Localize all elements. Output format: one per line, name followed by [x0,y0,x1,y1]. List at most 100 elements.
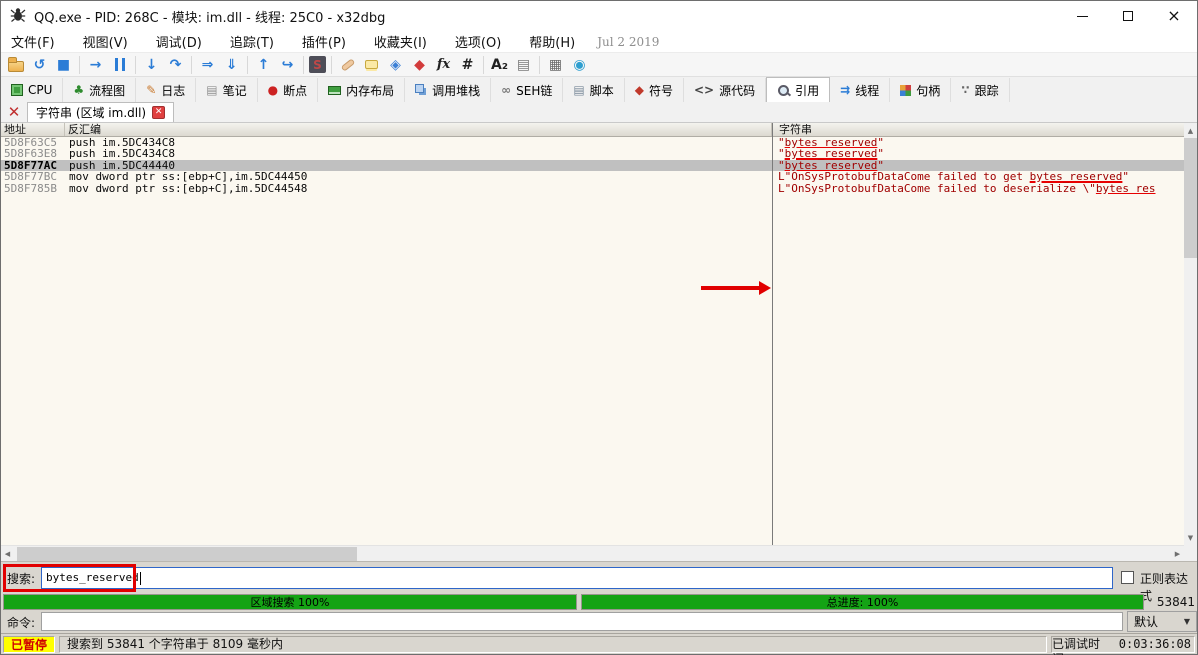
tab-label: 流程图 [89,82,125,99]
tab-script[interactable]: ▤脚本 [563,78,624,102]
source-badge-icon[interactable]: S [309,56,326,73]
menu-item[interactable]: 追踪(T) [220,30,284,53]
minimize-button[interactable] [1059,1,1105,31]
text-caret [140,572,141,585]
tab-label: 脚本 [590,82,614,99]
col-string-header[interactable]: 字符串 [776,123,1184,136]
tab-handles[interactable]: 句柄 [890,78,951,102]
cell-string: "bytes_reserved" [778,137,1182,148]
profile-dropdown[interactable]: 默认 ▼ [1127,611,1197,632]
menu-item[interactable]: 视图(V) [73,30,138,53]
run-icon[interactable]: → [85,55,106,75]
menubar: 文件(F) 视图(V) 调试(D) 追踪(T) 插件(P) 收藏夹(I) 选项(O) 帮助(H… [1,31,1197,52]
cell-address: 5D8F77BC [4,171,57,182]
menu-item[interactable]: 插件(P) [292,30,356,53]
cell-disasm: mov dword ptr ss:[ebp+C],im.5DC44450 [69,171,307,182]
tab-seh[interactable]: ∞SEH链 [491,78,563,102]
string-az-icon[interactable]: A₂ [489,55,510,75]
scroll-down-icon[interactable]: ▼ [1184,530,1197,545]
close-all-tabs-icon[interactable]: ✕ [1,103,27,121]
log-icon: ✎ [146,83,156,97]
run-to-user-code-icon[interactable]: ↪ [277,55,298,75]
phone-arrow-icon[interactable]: ▤ [513,55,534,75]
tab-graph[interactable]: ♣ 流程图 [63,78,136,102]
menu-item[interactable]: 收藏夹(I) [364,30,437,53]
notes-icon: ▤ [206,83,217,97]
patch-icon[interactable] [337,55,358,75]
tab-references[interactable]: 引用 [766,77,830,102]
tab-strings-region[interactable]: 字符串 (区域 im.dll) ✕ [27,102,174,122]
execute-till-return-icon[interactable]: ⇓ [221,55,242,75]
horizontal-scroll-thumb[interactable] [17,547,357,561]
menu-item[interactable]: 帮助(H) [519,30,585,53]
tab-source[interactable]: <>源代码 [684,78,766,102]
pause-icon[interactable] [109,55,130,75]
table-row[interactable]: 5D8F785B mov dword ptr ss:[ebp+C],im.5DC4… [1,183,1184,194]
titlebar: QQ.exe - PID: 268C - 模块: im.dll - 线程: 25… [1,1,1197,31]
maximize-button[interactable] [1105,1,1151,31]
tab-call-stack[interactable]: 调用堆栈 [405,78,491,102]
menu-item[interactable]: 文件(F) [1,30,65,53]
calculator-icon[interactable]: ▦ [545,55,566,75]
tab-label: 符号 [649,82,673,99]
regex-checkbox[interactable] [1121,571,1134,584]
cell-disasm: mov dword ptr ss:[ebp+C],im.5DC44548 [69,183,307,194]
table-row[interactable]: 5D8F63E8push im.5DC434C8"bytes_reserved" [1,148,1184,159]
horizontal-scrollbar[interactable]: ◀ ▶ [1,545,1184,561]
stop-icon[interactable]: ■ [53,55,74,75]
table-row[interactable]: 5D8F63C5push im.5DC434C8"bytes_reserved" [1,137,1184,148]
step-over-icon[interactable]: ↷ [165,55,186,75]
tab-symbols[interactable]: ◆符号 [625,78,684,102]
search-input[interactable]: bytes_reserved [41,567,1113,589]
comment-icon[interactable] [361,55,382,75]
tab-breakpoint[interactable]: ●断点 [258,78,319,102]
paused-badge: 已暂停 [3,636,55,653]
open-file-icon[interactable] [5,55,26,75]
search-match-partial: bytes_res [1096,183,1156,194]
close-button[interactable]: × [1151,1,1197,31]
annotation-rectangle [3,564,136,592]
globe-icon[interactable]: ◉ [569,55,590,75]
tab-memory-map[interactable]: 内存布局 [318,78,405,102]
tab-notes[interactable]: ▤笔记 [196,78,257,102]
command-input[interactable] [41,612,1123,631]
chevron-down-icon: ▼ [1184,617,1190,626]
tab-label: 日志 [161,82,185,99]
label-icon[interactable]: ◈ [385,55,406,75]
tab-trace[interactable]: ∵跟踪 [951,78,1009,102]
tab-close-icon[interactable]: ✕ [152,106,165,119]
graph-icon: ♣ [73,83,84,97]
scroll-left-icon[interactable]: ◀ [1,546,14,562]
col-disasm-header[interactable]: 反汇编 [65,123,772,136]
command-label: 命令: [7,614,35,631]
tab-label: CPU [28,83,52,97]
table-row[interactable]: 5D8F77BC mov dword ptr ss:[ebp+C],im.5DC4… [1,171,1184,182]
vertical-scrollbar[interactable]: ▲ ▼ [1184,123,1197,545]
profile-value: 默认 [1134,613,1158,630]
tab-log[interactable]: ✎ 日志 [136,78,196,102]
cell-string: L"OnSysProtobufDataCome failed to deseri… [778,183,1182,194]
bookmark-icon[interactable]: ◆ [409,55,430,75]
vertical-scroll-thumb[interactable] [1184,138,1197,258]
toolbar-separator [303,56,304,74]
menu-item[interactable]: 选项(O) [445,30,511,53]
run-to-selection-icon[interactable]: ⇒ [197,55,218,75]
handles-icon [900,85,911,96]
tab-cpu[interactable]: CPU [1,78,63,102]
total-progressbar: 总进度: 100% [581,594,1144,610]
cell-address: 5D8F785B [4,183,57,194]
scroll-right-icon[interactable]: ▶ [1171,546,1184,562]
build-date-label: Jul 2 2019 [597,35,659,49]
function-icon[interactable]: fx [433,55,454,75]
hash-icon[interactable]: # [457,55,478,75]
step-out-icon[interactable]: ↑ [253,55,274,75]
menu-item[interactable]: 调试(D) [146,30,212,53]
restart-icon[interactable]: ↺ [29,55,50,75]
toolbar-separator [191,56,192,74]
tab-threads[interactable]: ⇉线程 [830,78,890,102]
column-splitter[interactable] [772,123,773,545]
col-address-header[interactable]: 地址 [1,123,65,136]
scroll-up-icon[interactable]: ▲ [1184,123,1197,138]
step-into-icon[interactable]: ↓ [141,55,162,75]
cell-string: "bytes_reserved" [778,148,1182,159]
